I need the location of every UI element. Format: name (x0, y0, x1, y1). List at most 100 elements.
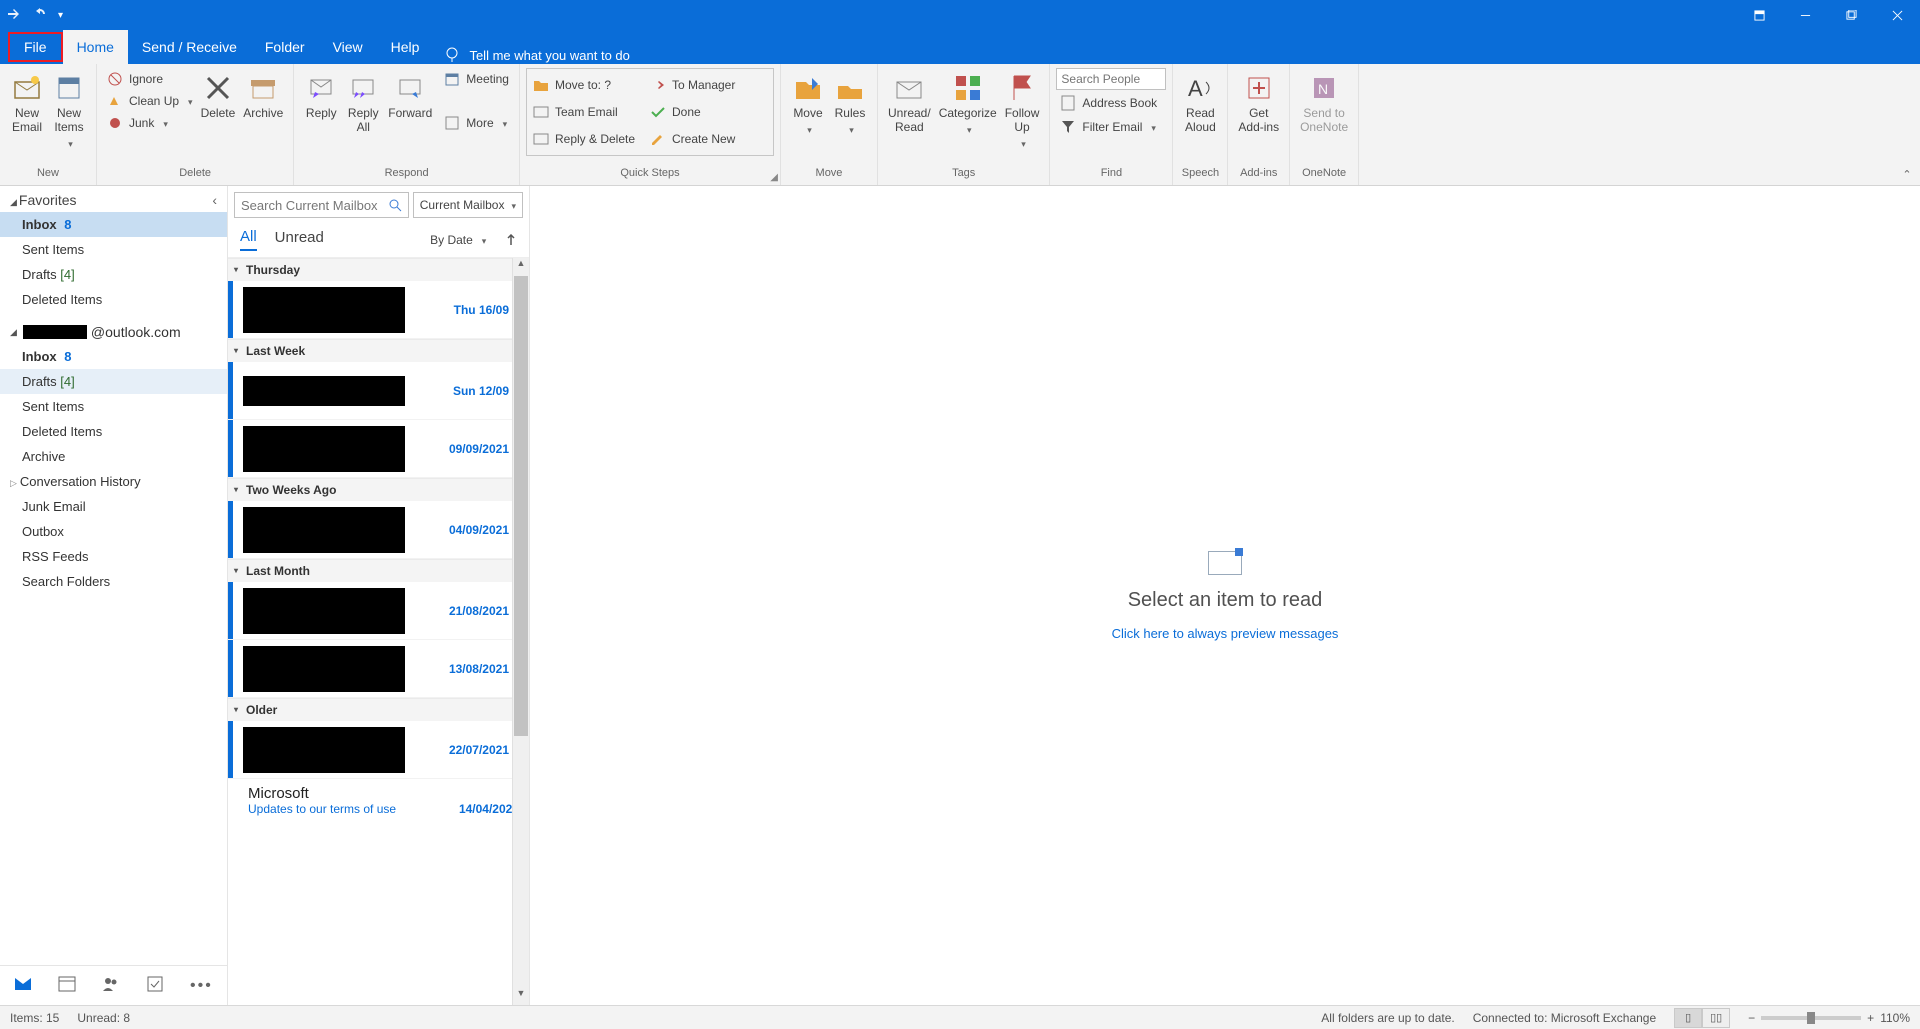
view-reading-icon[interactable]: ▯▯ (1702, 1008, 1730, 1028)
favorites-header[interactable]: ◢Favorites ‹ (0, 186, 227, 212)
message-item[interactable]: Thu 16/09 (228, 281, 529, 339)
qs-reply-delete[interactable]: Reply & Delete (533, 131, 650, 147)
qs-create-new[interactable]: Create New (650, 131, 767, 147)
zoom-in-icon[interactable]: + (1867, 1011, 1874, 1025)
collapse-ribbon-icon[interactable]: ⌃ (1900, 168, 1914, 181)
junk-button[interactable]: Junk (103, 112, 197, 134)
folder-search-folders[interactable]: Search Folders (0, 569, 227, 594)
folder-drafts[interactable]: Drafts [4] (0, 369, 227, 394)
group-last-week[interactable]: Last Week (228, 339, 529, 362)
folder-inbox[interactable]: Inbox 8 (0, 344, 227, 369)
categorize-button[interactable]: Categorize (935, 68, 1001, 136)
forward-button[interactable]: Forward (384, 68, 436, 120)
qs-to-manager[interactable]: To Manager (650, 77, 767, 93)
folder-drafts-fav[interactable]: Drafts [4] (0, 262, 227, 287)
folder-junk[interactable]: Junk Email (0, 494, 227, 519)
tab-help[interactable]: Help (377, 30, 434, 64)
nav-people-icon[interactable] (102, 975, 120, 996)
folder-deleted[interactable]: Deleted Items (0, 419, 227, 444)
message-item[interactable]: 04/09/2021 (228, 501, 529, 559)
get-addins-button[interactable]: Get Add-ins (1234, 68, 1283, 134)
qs-move-to[interactable]: Move to: ? (533, 77, 650, 93)
folder-inbox-fav[interactable]: Inbox 8 (0, 212, 227, 237)
group-older[interactable]: Older (228, 698, 529, 721)
close-icon[interactable] (1874, 0, 1920, 30)
message-item[interactable]: 22/07/2021 (228, 721, 529, 779)
reply-all-button[interactable]: Reply All (342, 68, 384, 134)
folder-sent-fav[interactable]: Sent Items (0, 237, 227, 262)
quick-steps-gallery[interactable]: Move to: ? To Manager Team Email Done Re… (526, 68, 774, 156)
qat-sendreceive-icon[interactable] (6, 6, 22, 25)
folder-sent[interactable]: Sent Items (0, 394, 227, 419)
move-button[interactable]: Move (787, 68, 829, 136)
folder-outbox[interactable]: Outbox (0, 519, 227, 544)
delete-button[interactable]: Delete (197, 68, 240, 120)
follow-up-button[interactable]: Follow Up (1001, 68, 1044, 150)
nav-more-icon[interactable]: ••• (190, 977, 213, 995)
tell-me-search[interactable]: Tell me what you want to do (443, 46, 629, 64)
scroll-down-icon[interactable]: ▼ (513, 988, 529, 1005)
group-thursday[interactable]: Thursday (228, 258, 529, 281)
filter-all[interactable]: All (240, 228, 257, 251)
qs-team-email[interactable]: Team Email (533, 104, 650, 120)
collapse-folder-pane-icon[interactable]: ‹ (212, 192, 217, 208)
filter-email-button[interactable]: Filter Email (1056, 116, 1166, 138)
read-aloud-button[interactable]: ARead Aloud (1179, 68, 1221, 134)
qat-customize-icon[interactable]: ▾ (58, 10, 63, 21)
nav-calendar-icon[interactable] (58, 975, 76, 996)
ignore-button[interactable]: Ignore (103, 68, 197, 90)
nav-mail-icon[interactable] (14, 975, 32, 996)
search-scope-dropdown[interactable]: Current Mailbox (413, 192, 523, 218)
filter-unread[interactable]: Unread (275, 229, 324, 250)
new-email-button[interactable]: New Email (6, 68, 48, 134)
reply-button[interactable]: Reply (300, 68, 342, 120)
search-mailbox-input[interactable]: Search Current Mailbox (234, 192, 409, 218)
folder-deleted-fav[interactable]: Deleted Items (0, 287, 227, 312)
group-two-weeks[interactable]: Two Weeks Ago (228, 478, 529, 501)
message-item[interactable]: 13/08/2021 (228, 640, 529, 698)
address-book-button[interactable]: Address Book (1056, 92, 1166, 114)
archive-button[interactable]: Archive (239, 68, 287, 120)
nav-tasks-icon[interactable] (146, 975, 164, 996)
group-last-month[interactable]: Last Month (228, 559, 529, 582)
account-header[interactable]: ◢@outlook.com (0, 312, 227, 344)
send-to-onenote-button[interactable]: NSend to OneNote (1296, 68, 1352, 134)
tab-home[interactable]: Home (63, 30, 128, 64)
message-item[interactable]: Microsoft Updates to our terms of use14/… (228, 779, 529, 818)
message-item[interactable]: 21/08/2021 (228, 582, 529, 640)
zoom-out-icon[interactable]: − (1748, 1011, 1755, 1025)
tab-file[interactable]: File (8, 32, 63, 62)
zoom-control[interactable]: − + 110% (1748, 1011, 1910, 1025)
message-item[interactable]: Sun 12/09 (228, 362, 529, 420)
folder-conversation-history[interactable]: ▷Conversation History (0, 469, 227, 494)
view-normal-icon[interactable]: ▯ (1674, 1008, 1702, 1028)
scroll-thumb[interactable] (514, 276, 528, 736)
undo-icon[interactable] (32, 6, 48, 25)
scroll-up-icon[interactable]: ▲ (513, 258, 529, 275)
qs-done[interactable]: Done (650, 104, 767, 120)
message-item[interactable]: 09/09/2021 (228, 420, 529, 478)
search-people-input[interactable] (1056, 68, 1166, 90)
minimize-icon[interactable] (1782, 0, 1828, 30)
sort-dropdown[interactable]: By Date (430, 233, 517, 247)
message-list-scrollbar[interactable]: ▲ ▼ (512, 258, 529, 1005)
more-respond-button[interactable]: More (440, 112, 513, 134)
tab-folder[interactable]: Folder (251, 30, 319, 64)
always-preview-link[interactable]: Click here to always preview messages (1112, 626, 1339, 641)
new-items-button[interactable]: New Items (48, 68, 90, 150)
unread-read-button[interactable]: Unread/ Read (884, 68, 935, 134)
zoom-slider[interactable] (1761, 1016, 1861, 1020)
message-list[interactable]: Thursday Thu 16/09 Last Week Sun 12/09 0… (228, 258, 529, 1005)
meeting-button[interactable]: Meeting (440, 68, 513, 90)
tab-send-receive[interactable]: Send / Receive (128, 30, 251, 64)
folder-rss[interactable]: RSS Feeds (0, 544, 227, 569)
quicksteps-dialog-launcher-icon[interactable]: ◢ (770, 172, 778, 183)
tab-view[interactable]: View (319, 30, 377, 64)
message-preview-redacted (243, 646, 405, 692)
rules-button[interactable]: Rules (829, 68, 871, 136)
sort-direction-icon[interactable] (505, 234, 517, 246)
cleanup-button[interactable]: Clean Up (103, 90, 197, 112)
ribbon-display-icon[interactable] (1736, 0, 1782, 30)
folder-archive[interactable]: Archive (0, 444, 227, 469)
maximize-icon[interactable] (1828, 0, 1874, 30)
